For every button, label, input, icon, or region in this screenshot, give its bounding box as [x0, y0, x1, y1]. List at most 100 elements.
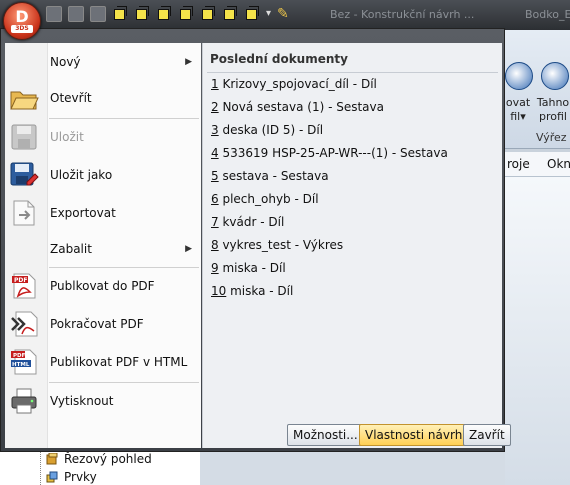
recent-document-number: 7: [211, 215, 219, 229]
menu-item-label: Otevřít: [50, 91, 92, 105]
recent-document-item[interactable]: 4 533619 HSP-25-AP-WR---(1) - Sestava: [211, 146, 448, 160]
recent-document-number: 5: [211, 169, 219, 183]
tree-item-section-view[interactable]: Řezový pohled: [46, 452, 152, 466]
recent-document-item[interactable]: 6 plech_ohyb - Díl: [211, 192, 319, 206]
pdf-icon: PDF: [12, 273, 36, 299]
view-cube-icon-6[interactable]: [222, 6, 238, 22]
save-icon: [11, 124, 37, 150]
recent-title-divider: [207, 72, 498, 73]
redo-icon[interactable]: [90, 6, 106, 22]
recent-document-item[interactable]: 7 kvádr - Díl: [211, 215, 284, 229]
view-cube-icon-4[interactable]: [178, 6, 194, 22]
recent-document-item[interactable]: 3 deska (ID 5) - Díl: [211, 123, 323, 137]
recent-document-item[interactable]: 5 sestava - Sestava: [211, 169, 329, 183]
menu-item-label: Vytisknout: [50, 394, 114, 408]
pdf-html-icon: PDF HTML: [11, 349, 37, 375]
recent-document-name: deska (ID 5) - Díl: [218, 123, 324, 137]
view-cube-icon-5[interactable]: [200, 6, 216, 22]
recent-document-number: 9: [211, 261, 219, 275]
menu-item-publish-pdf[interactable]: PDF Publkovat do PDF: [5, 268, 201, 304]
svg-text:PDF: PDF: [13, 353, 26, 359]
svg-text:HTML: HTML: [12, 362, 30, 368]
recent-document-item[interactable]: 10 miska - Díl: [211, 284, 293, 298]
design-properties-button[interactable]: Vlastnosti návrhu: [359, 424, 476, 446]
qat-dropdown-icon[interactable]: ▾: [266, 6, 271, 24]
menu-item-label: Publikovat PDF v HTML: [50, 355, 188, 369]
menu-item-label: Nový: [50, 55, 81, 69]
open-folder-icon: [10, 91, 39, 110]
tree-item-label: Prvky: [64, 470, 97, 484]
view-cube-icon-2[interactable]: [134, 6, 150, 22]
extrude-profile-icon[interactable]: [505, 62, 533, 90]
recent-document-name: miska - Díl: [218, 261, 286, 275]
undo-icon[interactable]: [68, 6, 84, 22]
menu-item-label: Uložit jako: [50, 168, 113, 182]
ribbon-item-1-label[interactable]: ovat fil▾: [505, 96, 531, 124]
recent-document-number: 6: [211, 192, 219, 206]
workspace-area: [200, 448, 505, 485]
menu-bar: roje Okn: [505, 152, 570, 177]
menu-item-label: Uložit: [50, 130, 84, 144]
recent-document-item[interactable]: 8 vykres_test - Výkres: [211, 238, 343, 252]
recent-document-item[interactable]: 9 miska - Díl: [211, 261, 286, 275]
menu-item-continue-pdf[interactable]: Pokračovat PDF: [5, 306, 201, 342]
menu-item-label: Exportovat: [50, 206, 116, 220]
menu-item-export[interactable]: Exportovat: [5, 195, 201, 231]
features-icon: [46, 471, 58, 483]
recent-document-number: 8: [211, 238, 219, 252]
tree-guide-line: [40, 448, 42, 485]
sweep-profile-icon[interactable]: [541, 62, 569, 90]
recent-document-name: plech_ohyb - Díl: [218, 192, 319, 206]
menu-item-window[interactable]: Okn: [547, 157, 570, 171]
recent-document-number: 4: [211, 146, 219, 160]
menu-item-save-as[interactable]: Uložit jako: [5, 157, 201, 193]
save-as-icon: [10, 162, 39, 186]
recent-document-name: kvádr - Díl: [218, 215, 285, 229]
recent-document-name: Nová sestava (1) - Sestava: [218, 100, 384, 114]
recent-documents-title: Poslední dokumenty: [210, 52, 348, 66]
recent-document-number: 10: [211, 284, 227, 298]
quick-access-toolbar: ▾ ✎: [46, 6, 289, 24]
menu-item-label: Pokračovat PDF: [50, 317, 144, 331]
menu-item-pack[interactable]: Zabalit ▶: [5, 231, 201, 267]
section-view-icon: [46, 453, 58, 465]
continue-pdf-icon: [11, 311, 38, 337]
app-logo-sub: 3DS: [11, 25, 33, 33]
drawing-canvas[interactable]: [505, 177, 570, 485]
tree-item-label: Řezový pohled: [64, 452, 152, 466]
title-bar: ▾ ✎ Bez - Konstrukční návrh ... Bodko_Ex…: [0, 0, 570, 30]
printer-icon: [11, 388, 37, 414]
window-title-extra: Bodko_Ext: [525, 8, 570, 21]
menu-item-print[interactable]: Vytisknout: [5, 383, 201, 419]
submenu-arrow-icon: ▶: [185, 244, 192, 254]
options-button[interactable]: Možnosti...: [287, 424, 364, 446]
recent-document-name: Krizovy_spojovací_díl - Díl: [218, 77, 377, 91]
recent-document-name: 533619 HSP-25-AP-WR---(1) - Sestava: [218, 146, 448, 160]
application-menu: Nový ▶ Otevřít Uložit Uložit jako Export…: [0, 28, 505, 452]
menu-item-open[interactable]: Otevřít: [5, 80, 201, 116]
svg-text:PDF: PDF: [14, 277, 27, 284]
submenu-arrow-icon: ▶: [185, 57, 192, 67]
menu-item-new[interactable]: Nový ▶: [5, 44, 201, 80]
recent-document-item[interactable]: 1 Krizovy_spojovací_díl - Díl: [211, 77, 377, 91]
sketch-pencil-icon[interactable]: ✎: [277, 6, 289, 24]
view-cube-icon-1[interactable]: [112, 6, 128, 22]
view-cube-icon-3[interactable]: [156, 6, 172, 22]
tree-item-features[interactable]: Prvky: [46, 470, 97, 484]
recent-documents-pane: Poslední dokumenty 1 Krizovy_spojovací_d…: [202, 43, 502, 448]
recent-document-name: miska - Díl: [226, 284, 294, 298]
close-button[interactable]: Zavřít: [463, 424, 511, 446]
recent-document-item[interactable]: 2 Nová sestava (1) - Sestava: [211, 100, 384, 114]
ribbon-item-2-label[interactable]: Tahno profil: [535, 96, 570, 124]
recent-document-number: 1: [211, 77, 219, 91]
menu-item-projects[interactable]: roje: [507, 157, 530, 171]
recent-document-name: sestava - Sestava: [218, 169, 329, 183]
menu-item-save[interactable]: Uložit: [5, 119, 201, 155]
save-quick-icon[interactable]: [46, 6, 62, 22]
menu-item-publish-pdf-html[interactable]: PDF HTML Publikovat PDF v HTML: [5, 344, 201, 380]
menu-item-label: Zabalit: [50, 242, 92, 256]
recent-document-name: vykres_test - Výkres: [218, 238, 344, 252]
menu-commands-pane: Nový ▶ Otevřít Uložit Uložit jako Export…: [5, 43, 201, 448]
application-button[interactable]: D 3DS: [3, 2, 41, 40]
view-cube-icon-7[interactable]: [244, 6, 260, 22]
